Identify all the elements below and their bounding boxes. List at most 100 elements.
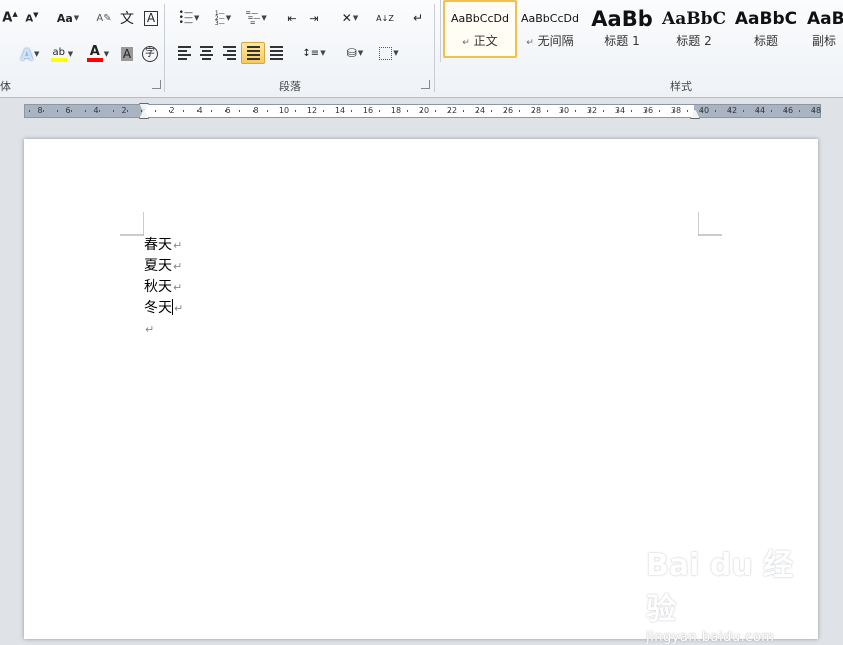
paragraph-mark: ↵ <box>173 281 183 294</box>
ribbon: A▲ A▼ Aa ▼ A✎ 文 A A ▼ ab ▼ A ▼ A 字 体 •— •— • <box>0 0 843 98</box>
ruler-tick <box>323 110 324 112</box>
document-line[interactable]: ↵ <box>144 319 183 340</box>
chevron-down-icon: ▼ <box>34 50 40 58</box>
chevron-down-icon: ▼ <box>225 14 232 22</box>
ruler-tick <box>547 110 548 112</box>
style-item-normal[interactable]: AaBbCcDd ↵ 正文 <box>443 0 517 58</box>
chevron-down-icon: ▼ <box>352 14 359 22</box>
styles-group-label: 样式 <box>670 80 692 93</box>
change-case-button[interactable]: Aa ▼ <box>52 8 84 28</box>
paragraph-mark: ↵ <box>174 302 184 315</box>
style-preview: AaBbC <box>734 9 798 29</box>
ruler-tick <box>435 110 436 112</box>
ruler-tick <box>295 110 296 112</box>
ruler-tick <box>491 110 492 112</box>
font-dialog-launcher-icon[interactable] <box>152 80 161 89</box>
ruler-tick <box>463 110 464 112</box>
char-shading-button[interactable]: A <box>117 44 137 64</box>
clear-format-button[interactable]: A✎ <box>94 8 114 28</box>
ruler-tick <box>729 110 730 112</box>
decrease-indent-button[interactable]: ⇤ <box>281 8 303 28</box>
bullets-button[interactable]: •— •— •— ▼ <box>173 8 205 28</box>
ruler-tick <box>519 110 520 112</box>
phonetic-guide-button[interactable]: 文 <box>116 8 138 28</box>
style-item-no-spacing[interactable]: AaBbCcDd ↵ 无间隔 <box>515 2 585 56</box>
margin-corner-mark-right <box>698 212 722 236</box>
enclosed-char-icon: 字 <box>142 46 158 62</box>
ruler-tick <box>29 110 30 112</box>
ruler-number: 2 <box>121 106 127 115</box>
ruler-number: 4 <box>93 106 99 115</box>
ruler-number: 8 <box>37 106 43 115</box>
document-line[interactable]: 夏天↵ <box>144 256 183 277</box>
paragraph-mark: ↵ <box>145 323 155 336</box>
margin-corner-mark-left <box>120 212 144 236</box>
ruler-tick <box>267 110 268 112</box>
justify-button[interactable] <box>241 42 265 64</box>
sort-button[interactable]: A↓Z <box>372 8 398 28</box>
ruler-tick <box>197 110 198 112</box>
style-item-title[interactable]: AaBbC 标题 <box>731 2 801 56</box>
ruler-tick <box>449 110 450 112</box>
font-color-button[interactable]: A ▼ <box>82 44 114 64</box>
text-effects-button[interactable]: A ▼ <box>14 44 46 64</box>
paragraph-mark: ↵ <box>462 38 470 48</box>
highlight-button[interactable]: ab ▼ <box>46 44 78 64</box>
ruler-tick <box>183 110 184 112</box>
ruler-tick <box>365 110 366 112</box>
ruler-tick <box>155 110 156 112</box>
document-line[interactable]: 秋天↵ <box>144 277 183 298</box>
multilevel-list-button[interactable]: =— =— = ▼ <box>240 8 272 28</box>
align-right-icon <box>222 46 236 60</box>
align-center-button[interactable] <box>195 43 217 63</box>
ruler-tick <box>337 110 338 112</box>
paragraph-dialog-launcher-icon[interactable] <box>421 80 430 89</box>
style-item-subtitle[interactable]: AaB 副标 <box>803 2 843 56</box>
distributed-button[interactable] <box>265 43 287 63</box>
chevron-down-icon: ▼ <box>261 14 267 22</box>
style-name: 正文 <box>473 34 498 48</box>
enclosed-char-button[interactable]: 字 <box>140 44 160 64</box>
style-name: 标题 <box>753 34 778 48</box>
align-left-button[interactable] <box>173 43 195 63</box>
ruler-tick <box>743 110 744 112</box>
bullet-list-icon: •— •— •— <box>178 7 193 28</box>
grow-font-button[interactable]: A▲ <box>0 8 20 28</box>
borders-button[interactable]: ▼ <box>373 43 405 63</box>
ruler-tick <box>309 110 310 112</box>
horizontal-ruler[interactable]: 8 6 4 2 2 4 6 8 10 12 14 16 18 20 22 24 26 28 30 32 34 36 38 40… <box>24 103 821 119</box>
style-name: 标题 2 <box>676 34 712 48</box>
style-item-heading-2[interactable]: AaBbC 标题 2 <box>659 2 729 56</box>
text-effects-icon: A <box>20 44 33 64</box>
style-name: 标题 1 <box>604 34 640 48</box>
document-line[interactable]: 冬天 ↵ <box>144 298 183 319</box>
font-color-icon: A <box>86 45 103 62</box>
text-cursor <box>172 299 173 315</box>
ruler-tick <box>603 110 604 112</box>
paragraph-mark: ↵ <box>173 260 183 273</box>
phonetic-guide-icon: 文 <box>120 11 134 27</box>
increase-indent-button[interactable]: ⇥ <box>303 8 325 28</box>
paragraph-mark-icon: ↵ <box>412 11 424 25</box>
numbering-button[interactable]: 1— 2— 3— ▼ <box>207 8 239 28</box>
document-body[interactable]: 春天↵ 夏天↵ 秋天↵ 冬天 ↵ ↵ <box>144 235 183 340</box>
align-center-icon <box>199 46 213 60</box>
ruler-tick <box>393 110 394 112</box>
shading-button[interactable]: ⛁ ▼ <box>339 43 371 63</box>
font-group-label: 体 <box>0 80 11 93</box>
align-right-button[interactable] <box>218 43 240 63</box>
line-spacing-button[interactable]: ↕≡ ▼ <box>298 43 330 63</box>
ruler-tick <box>99 110 100 112</box>
ruler-tick <box>379 110 380 112</box>
style-item-heading-1[interactable]: AaBb 标题 1 <box>587 2 657 56</box>
document-line[interactable]: 春天↵ <box>144 235 183 256</box>
ruler-tick <box>253 110 254 112</box>
shrink-font-button[interactable]: A▼ <box>22 8 42 28</box>
ruler-tick <box>169 110 170 112</box>
show-marks-button[interactable]: ↵ <box>407 8 429 28</box>
ruler-tick <box>617 110 618 112</box>
enclose-char-button[interactable]: A <box>141 8 161 28</box>
ruler-tick <box>211 110 212 112</box>
chinese-layout-button[interactable]: ✕ ▼ <box>334 8 366 28</box>
style-preview: AaB <box>807 9 843 29</box>
